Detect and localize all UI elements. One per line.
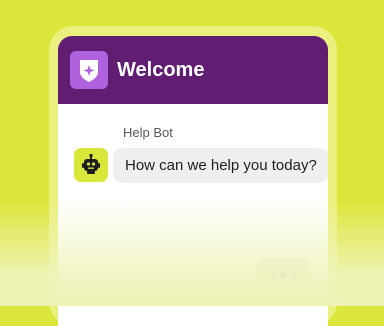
typing-dot [279,271,287,279]
sparkle-shield-icon [70,51,108,89]
typing-dot [289,271,297,279]
chat-body: Help Bot How can we help you today? [58,104,328,326]
chat-window: Welcome Help Bot How can we help you tod… [58,36,328,326]
robot-icon [74,148,108,182]
chat-header: Welcome [58,36,328,104]
message-bubble: How can we help you today? [113,148,328,183]
header-title: Welcome [117,58,205,81]
typing-dot [269,271,277,279]
typing-indicator [257,258,309,292]
bot-name: Help Bot [123,125,173,140]
